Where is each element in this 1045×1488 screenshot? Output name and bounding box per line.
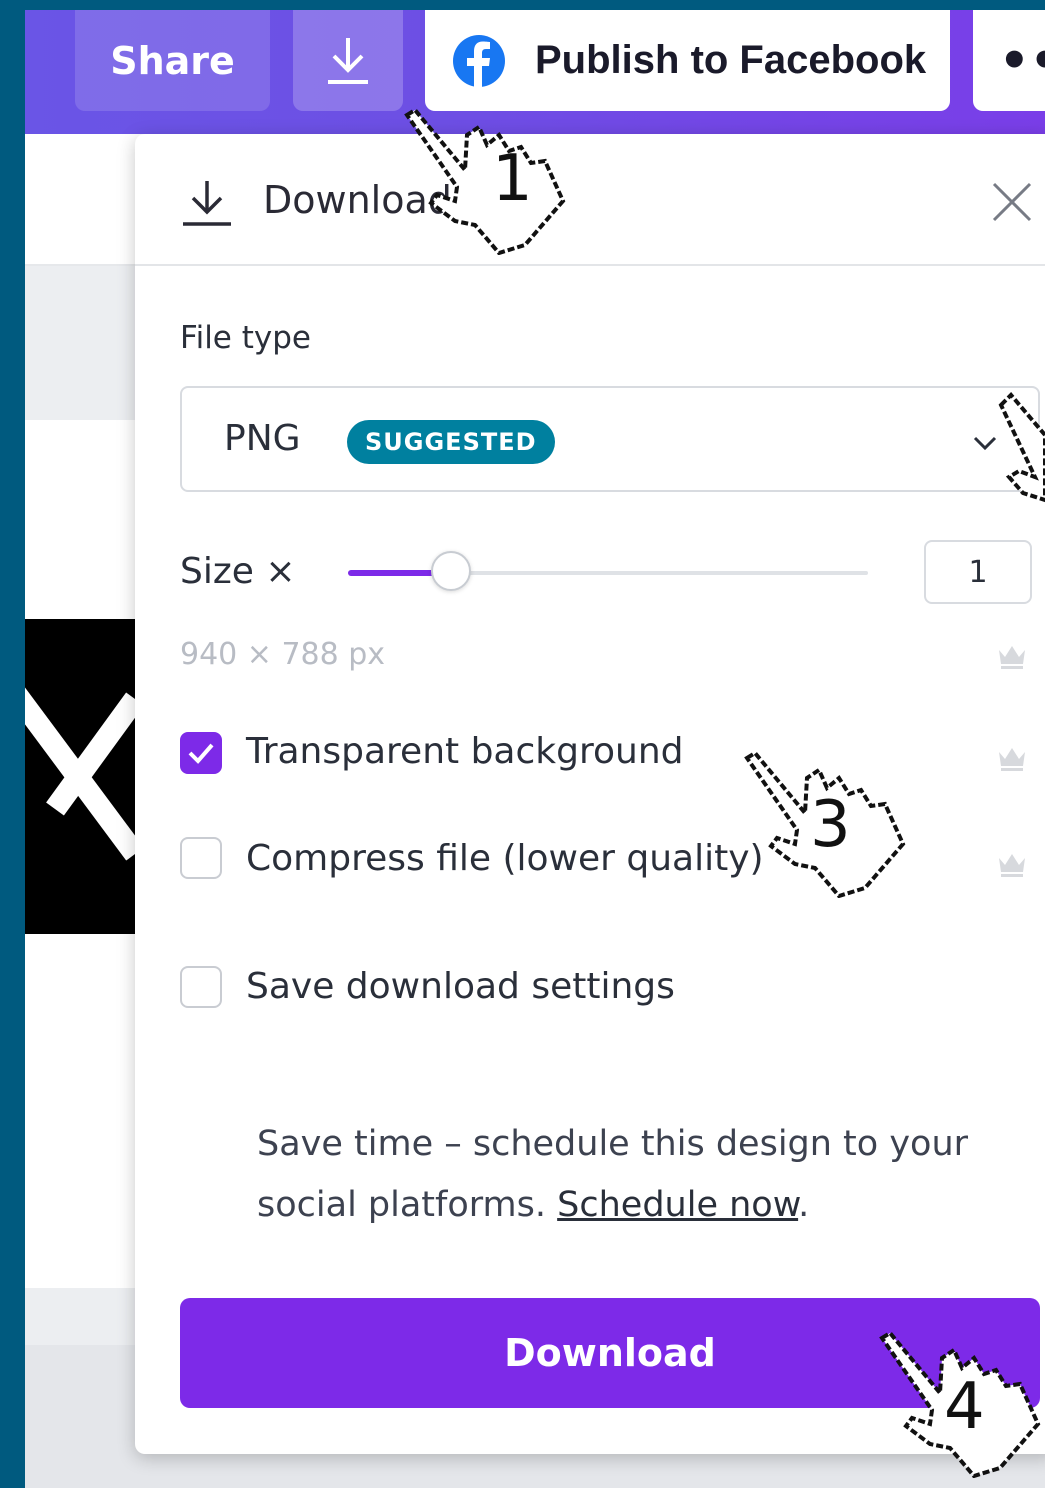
suggested-badge: SUGGESTED [347,420,555,464]
schedule-now-link[interactable]: Schedule now [557,1185,798,1225]
publish-to-facebook-button[interactable]: Publish to Facebook [425,10,950,111]
compress-file-checkbox[interactable] [180,837,222,879]
design-image[interactable] [0,619,144,934]
step-number-3: 3 [810,788,851,862]
file-type-label: File type [180,320,311,356]
file-type-select[interactable]: PNG SUGGESTED [180,386,1040,492]
save-download-settings-checkbox[interactable] [180,966,222,1008]
size-slider-thumb[interactable] [431,551,471,591]
step-number-1: 1 [492,142,533,216]
frame-border-left [0,0,25,1488]
crown-icon [999,646,1025,669]
download-icon [328,37,368,84]
transparent-background-checkbox[interactable] [180,732,222,774]
size-label: Size × [180,551,296,592]
schedule-promo: Save time – schedule this design to your… [257,1114,1017,1236]
crown-icon [999,854,1025,877]
file-type-value: PNG [224,418,301,459]
facebook-icon [453,34,505,87]
frame-border-top [0,0,1045,10]
publish-label: Publish to Facebook [535,38,927,82]
promo-end: . [798,1185,810,1225]
hand-cursor-icon [404,107,566,255]
more-options-button[interactable]: ••• [973,10,1045,111]
panel-header: Download [135,134,1045,266]
download-toolbar-button[interactable] [293,10,403,111]
editor-header-strip [25,134,135,266]
hand-cursor-icon [998,392,1045,503]
compress-file-label: Compress file (lower quality) [246,838,764,879]
size-input[interactable]: 1 [924,540,1032,604]
save-download-settings-label: Save download settings [246,966,675,1007]
transparent-background-label: Transparent background [246,731,684,772]
x-logo-graphic [0,672,144,861]
crown-icon [999,748,1025,771]
download-icon [183,181,231,226]
checkmark-icon [188,743,214,764]
editor-gray-strip [25,266,135,420]
close-icon[interactable] [990,180,1034,224]
dimensions-text: 940 × 788 px [180,637,386,672]
share-button[interactable]: Share [75,10,270,111]
step-number-4: 4 [944,1370,985,1444]
